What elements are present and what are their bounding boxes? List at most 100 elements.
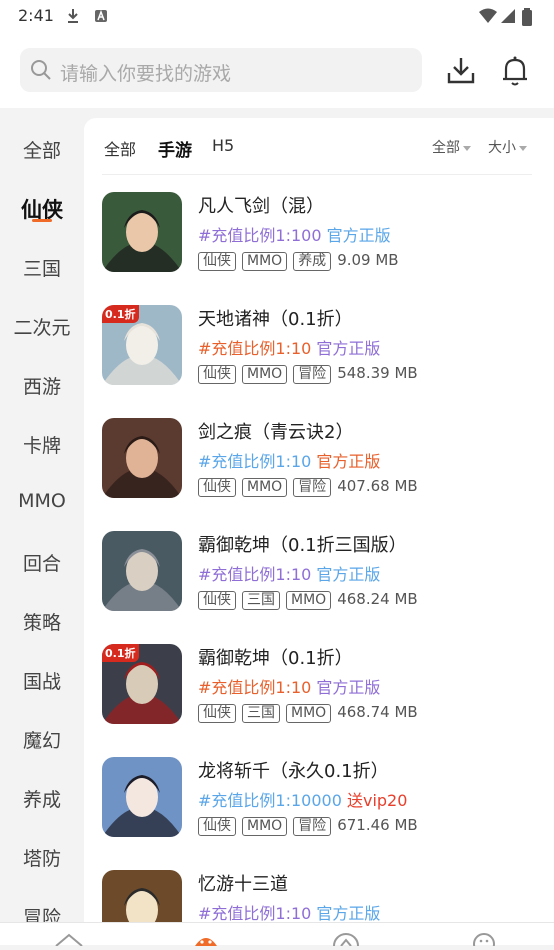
game-title: 霸御乾坤（0.1折三国版） [198, 535, 407, 556]
status-bar: 2:41 [0, 0, 554, 34]
promo-text: #充值比例1:10 [198, 452, 312, 471]
game-tags: 仙侠 MMO 冒险 671.46 MB [198, 815, 418, 836]
game-icon[interactable] [102, 418, 182, 498]
game-list-item[interactable]: 剑之痕（青云诀2） #充值比例1:10 官方正版 仙侠 MMO 冒险 407.68 MB [102, 418, 542, 518]
genre-tag: 仙侠 [198, 704, 236, 723]
game-list-panel: 全部 手游 H5 全部 大小 凡人飞剑（混） #充值比例1:100 官方正版仙侠 M… [84, 118, 554, 922]
battery-icon [522, 8, 532, 30]
games-tab-icon[interactable] [193, 931, 219, 950]
search-icon [30, 59, 52, 85]
top-bar: 请输入你要找的游戏 [0, 34, 554, 108]
promo-text: 官方正版 [311, 452, 381, 471]
promo-text: #充值比例1:10 [198, 678, 312, 697]
chevron-down-icon [463, 145, 471, 151]
game-icon[interactable] [102, 531, 182, 611]
sidebar-active-indicator [32, 219, 52, 222]
sidebar-item-turn-based[interactable]: 回合 [0, 549, 84, 576]
game-icon[interactable] [102, 870, 182, 922]
genre-tag: MMO [242, 252, 288, 271]
game-icon[interactable] [102, 757, 182, 837]
game-tags: 仙侠 MMO 养成 9.09 MB [198, 250, 399, 271]
genre-tag: 养成 [293, 252, 332, 271]
game-promo: #充值比例1:10000 送vip20 [198, 787, 407, 811]
genre-tag: MMO [242, 817, 288, 836]
sidebar-item-anime[interactable]: 二次元 [0, 313, 84, 340]
genre-tag: 仙侠 [198, 365, 236, 384]
search-placeholder: 请输入你要找的游戏 [60, 63, 232, 85]
game-title: 忆游十三道 [198, 874, 288, 895]
genre-tag: 冒险 [293, 817, 332, 836]
promo-text: 送vip20 [341, 791, 408, 810]
divider [102, 174, 532, 175]
download-icon [444, 58, 478, 92]
sidebar-item-card[interactable]: 卡牌 [0, 431, 84, 458]
filter-h5[interactable]: H5 [212, 136, 234, 155]
game-title: 凡人飞剑（混） [198, 196, 324, 217]
genre-tag: MMO [242, 365, 288, 384]
file-size: 671.46 MB [337, 816, 418, 834]
game-title: 龙将斩千（永久0.1折） [198, 761, 389, 782]
sidebar-item-sanguo[interactable]: 三国 [0, 254, 84, 281]
genre-tag: MMO [286, 591, 332, 610]
promo-text: 官方正版 [311, 678, 381, 697]
bottom-nav [0, 922, 554, 950]
game-list-item[interactable]: 0.1折 天地诸神（0.1折） #充值比例1:10 官方正版 仙侠 MMO 冒险 548.3… [102, 305, 542, 405]
game-tags: 仙侠 MMO 冒险 407.68 MB [198, 476, 418, 497]
category-sidebar: 全部 仙侠 三国 二次元 西游 卡牌 MMO 回合 策略 国战 魔幻 养成 塔防… [0, 108, 84, 922]
file-size: 468.24 MB [337, 590, 418, 608]
bell-icon [498, 56, 532, 92]
filter-mobile[interactable]: 手游 [158, 136, 192, 161]
status-time: 2:41 [18, 6, 54, 25]
game-list-item[interactable]: 龙将斩千（永久0.1折） #充值比例1:10000 送vip20 仙侠 MMO 冒险 67… [102, 757, 542, 857]
discount-badge: 0.1折 [102, 644, 139, 662]
sidebar-item-all[interactable]: 全部 [0, 136, 84, 163]
sidebar-item-strategy[interactable]: 策略 [0, 608, 84, 635]
sidebar-item-fantasy[interactable]: 魔幻 [0, 726, 84, 753]
file-size: 407.68 MB [337, 477, 418, 495]
game-icon[interactable] [102, 192, 182, 272]
game-promo: #充值比例1:100 官方正版 [198, 222, 391, 246]
game-promo: #充值比例1:10 官方正版 [198, 448, 380, 472]
sort-category-label: 全部 [432, 140, 460, 156]
sort-size-label: 大小 [488, 140, 516, 156]
notification-button[interactable] [498, 54, 532, 88]
genre-tag: 仙侠 [198, 591, 236, 610]
game-tags: 仙侠 三国 MMO 468.74 MB [198, 702, 418, 723]
sidebar-item-mmo[interactable]: MMO [0, 490, 84, 512]
game-list-item[interactable]: 凡人飞剑（混） #充值比例1:100 官方正版 仙侠 MMO 养成 9.09 MB [102, 192, 542, 292]
promo-text: 官方正版 [311, 339, 381, 358]
promo-text: #充值比例1:10 [198, 339, 312, 358]
genre-tag: 三国 [242, 704, 280, 723]
promo-text: #充值比例1:10 [198, 565, 312, 584]
genre-tag: 三国 [242, 591, 280, 610]
promo-text: #充值比例1:10000 [198, 791, 342, 810]
genre-tag: 冒险 [293, 365, 332, 384]
sidebar-item-nurture[interactable]: 养成 [0, 785, 84, 812]
sidebar-item-xiyou[interactable]: 西游 [0, 372, 84, 399]
genre-tag: 仙侠 [198, 817, 236, 836]
genre-tag: MMO [286, 704, 332, 723]
game-list-item[interactable]: 0.1折 霸御乾坤（0.1折） #充值比例1:10 官方正版 仙侠 三国 MMO 468.7… [102, 644, 542, 744]
game-list-item[interactable]: 霸御乾坤（0.1折三国版） #充值比例1:10 官方正版仙侠 三国 MMO 468.24… [102, 531, 542, 631]
filter-all[interactable]: 全部 [104, 136, 136, 160]
sidebar-item-tower-defense[interactable]: 塔防 [0, 844, 84, 871]
search-input[interactable]: 请输入你要找的游戏 [20, 48, 422, 92]
game-tags: 仙侠 MMO 冒险 548.39 MB [198, 363, 418, 384]
download-button[interactable] [444, 54, 478, 88]
genre-tag: MMO [242, 478, 288, 497]
sort-size-dropdown[interactable]: 大小 [488, 137, 527, 157]
game-promo: #充值比例1:10 官方正版 [198, 674, 380, 698]
home-tab-icon[interactable] [54, 931, 84, 950]
sort-category-dropdown[interactable]: 全部 [432, 137, 471, 157]
game-title: 霸御乾坤（0.1折） [198, 648, 353, 669]
game-promo: #充值比例1:10 官方正版 [198, 561, 380, 585]
download-status-icon [66, 8, 80, 28]
genre-tag: 仙侠 [198, 478, 236, 497]
sidebar-item-nation-war[interactable]: 国战 [0, 667, 84, 694]
game-list-item[interactable]: 忆游十三道 #充值比例1:10 官方正版 [102, 870, 542, 922]
profile-tab-icon[interactable] [472, 931, 496, 950]
chevron-down-icon [519, 145, 527, 151]
discover-tab-icon[interactable] [332, 931, 360, 950]
sidebar-item-adventure[interactable]: 冒险 [0, 903, 84, 922]
promo-text: 官方正版 [311, 565, 381, 584]
